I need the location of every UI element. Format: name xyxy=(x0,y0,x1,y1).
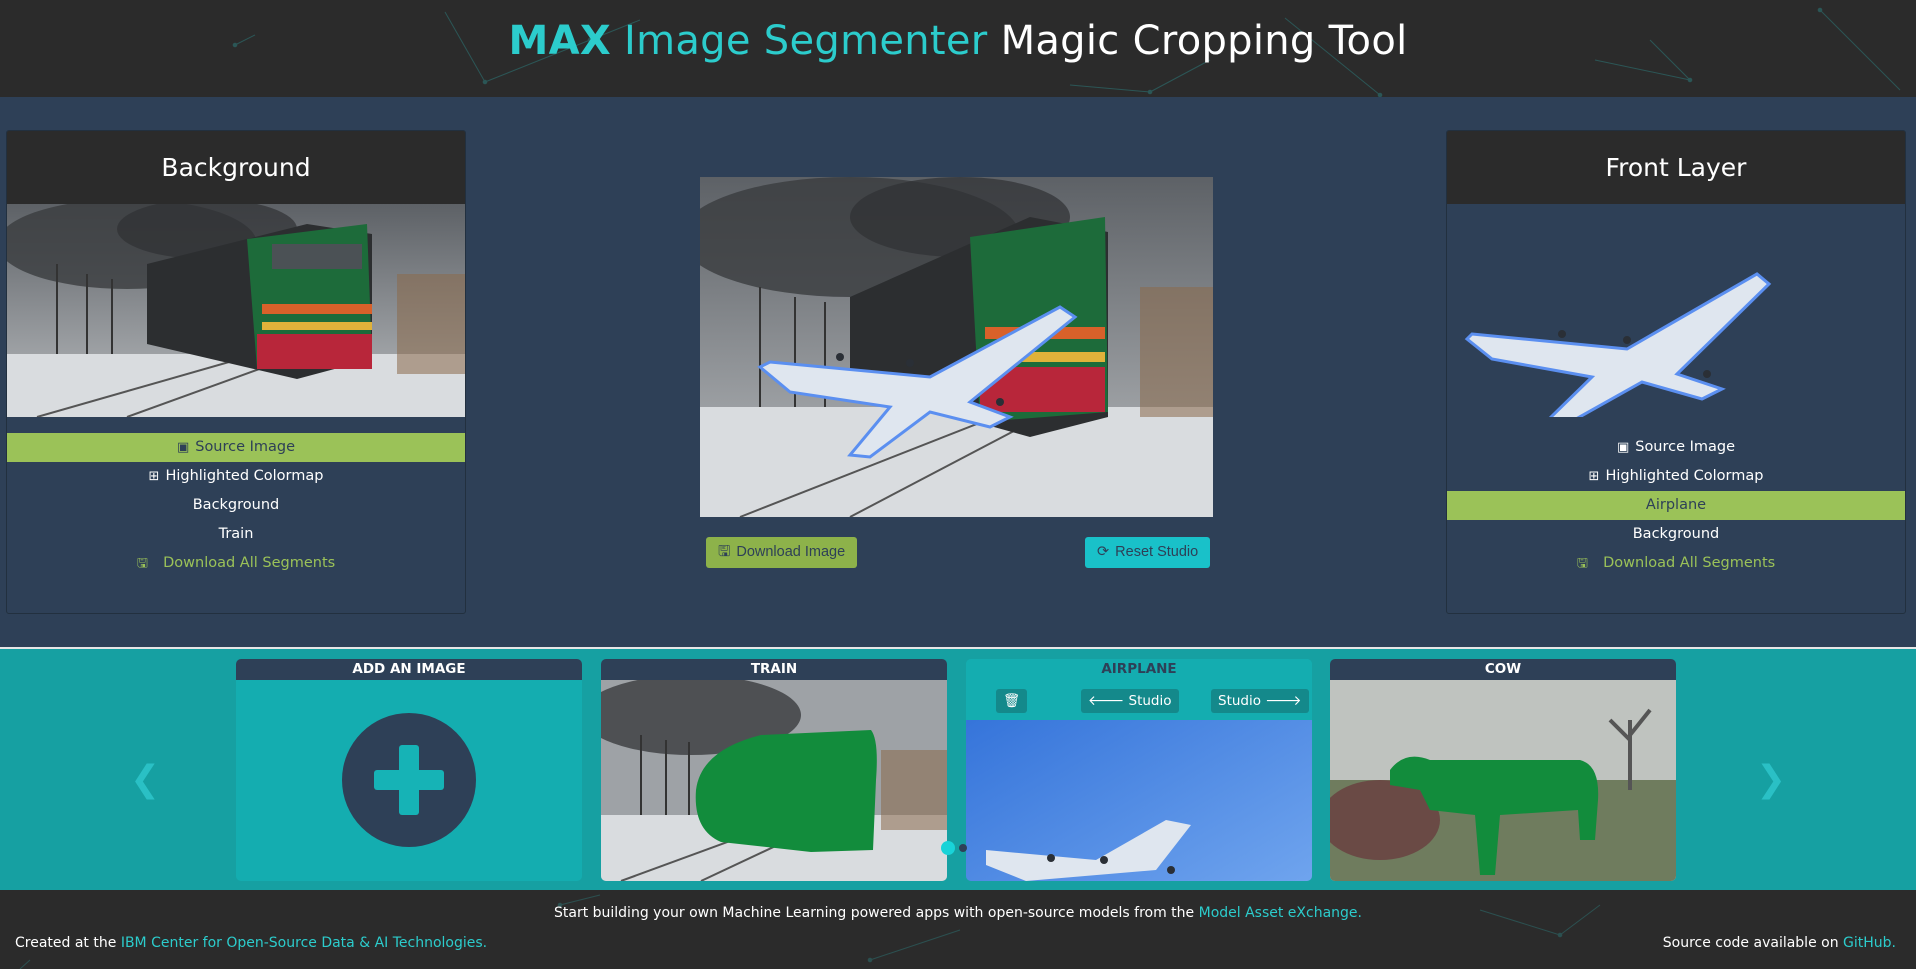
left-download-all-segments[interactable]: 🖫 Download All Segments xyxy=(7,549,465,578)
image-carousel: ❮ ❯ ADD AN IMAGE TRAIN AIRPLANE 🗑 🡐 Stud… xyxy=(0,649,1916,890)
send-to-right-studio-button[interactable]: Studio 🡒 xyxy=(1211,689,1309,713)
card-title: ADD AN IMAGE xyxy=(236,659,582,680)
composite-image xyxy=(700,177,1213,517)
right-menu-airplane[interactable]: Airplane xyxy=(1447,491,1905,520)
front-layer-panel-title: Front Layer xyxy=(1447,131,1905,204)
save-icon: 🖫 xyxy=(1576,556,1588,571)
title-tool: Magic Cropping Tool xyxy=(1000,18,1408,64)
cow-thumbnail xyxy=(1330,680,1676,881)
train-thumbnail xyxy=(601,680,947,881)
footer-source: Source code available on GitHub. xyxy=(1662,935,1896,951)
airplane-card[interactable]: AIRPLANE 🗑 🡐 Studio Studio 🡒 xyxy=(966,659,1312,881)
pagination-dot-active[interactable] xyxy=(941,841,955,855)
image-icon: ▣ xyxy=(176,440,190,455)
left-menu-highlighted-colormap[interactable]: ⊞ Highlighted Colormap xyxy=(7,462,465,491)
title-segmenter: Image Segmenter xyxy=(624,18,988,64)
codait-link[interactable]: IBM Center for Open-Source Data & AI Tec… xyxy=(121,935,487,951)
download-image-button[interactable]: 🖫 Download Image xyxy=(706,537,858,568)
add-image-card[interactable]: ADD AN IMAGE xyxy=(236,659,582,881)
airplane-cutout-image xyxy=(1447,204,1905,417)
sitemap-icon: ⊞ xyxy=(148,469,160,484)
right-menu-highlighted-colormap[interactable]: ⊞ Highlighted Colormap xyxy=(1447,462,1905,491)
github-link[interactable]: GitHub. xyxy=(1843,935,1896,951)
sitemap-icon: ⊞ xyxy=(1588,469,1600,484)
save-icon: 🖫 xyxy=(136,556,148,571)
front-layer-panel: Front Layer ▣ Source Image ⊞ Highlighted C… xyxy=(1446,130,1906,614)
send-to-left-studio-button[interactable]: 🡐 Studio xyxy=(1081,689,1179,713)
model-asset-exchange-link[interactable]: Model Asset eXchange. xyxy=(1199,905,1362,921)
card-title: COW xyxy=(1330,659,1676,680)
footer-credit: Created at the IBM Center for Open-Sourc… xyxy=(15,935,488,951)
front-layer-menu: ▣ Source Image ⊞ Highlighted Colormap Airp… xyxy=(1447,433,1905,578)
left-menu-source-image[interactable]: ▣ Source Image xyxy=(7,433,465,462)
background-preview-image xyxy=(7,204,465,417)
train-card[interactable]: TRAIN xyxy=(601,659,947,881)
delete-image-button[interactable]: 🗑 xyxy=(996,689,1028,713)
carousel-prev-arrow-icon[interactable]: ❮ xyxy=(130,759,160,800)
footer-tagline: Start building your own Machine Learning… xyxy=(553,905,1362,921)
save-icon: 🖫 xyxy=(718,544,731,560)
reset-studio-button[interactable]: ⟳ Reset Studio xyxy=(1085,537,1211,568)
page-title: MAX Image Segmenter Magic Cropping Tool xyxy=(0,18,1916,64)
train-image xyxy=(7,204,465,417)
left-menu-background[interactable]: Background xyxy=(7,491,465,520)
refresh-icon: ⟳ xyxy=(1097,544,1110,560)
right-download-all-segments[interactable]: 🖫 Download All Segments xyxy=(1447,549,1905,578)
card-title: TRAIN xyxy=(601,659,947,680)
trash-icon: 🗑 xyxy=(1003,693,1021,709)
cow-card[interactable]: COW xyxy=(1330,659,1676,881)
studio-canvas[interactable] xyxy=(700,177,1213,517)
card-toolbar: 🗑 🡐 Studio Studio 🡒 xyxy=(966,680,1312,720)
pagination-dot[interactable] xyxy=(959,844,967,852)
app-header: MAX Image Segmenter Magic Cropping Tool xyxy=(0,0,1916,97)
title-max: MAX xyxy=(508,18,611,64)
arrow-right-icon: 🡒 xyxy=(1265,693,1302,709)
background-panel: Background ▣ Source Image ⊞ Highlighted … xyxy=(6,130,466,614)
front-layer-preview-image xyxy=(1447,204,1905,417)
right-menu-source-image[interactable]: ▣ Source Image xyxy=(1447,433,1905,462)
image-icon: ▣ xyxy=(1616,440,1630,455)
arrow-left-icon: 🡐 xyxy=(1088,693,1125,709)
network-background xyxy=(19,894,1601,969)
carousel-next-arrow-icon[interactable]: ❯ xyxy=(1756,759,1786,800)
background-menu: ▣ Source Image ⊞ Highlighted Colormap Back… xyxy=(7,433,465,578)
background-panel-title: Background xyxy=(7,131,465,204)
left-menu-train[interactable]: Train xyxy=(7,520,465,549)
add-image-button[interactable] xyxy=(342,713,476,847)
app-footer: Start building your own Machine Learning… xyxy=(0,890,1916,969)
card-title: AIRPLANE xyxy=(966,659,1312,680)
right-menu-background[interactable]: Background xyxy=(1447,520,1905,549)
